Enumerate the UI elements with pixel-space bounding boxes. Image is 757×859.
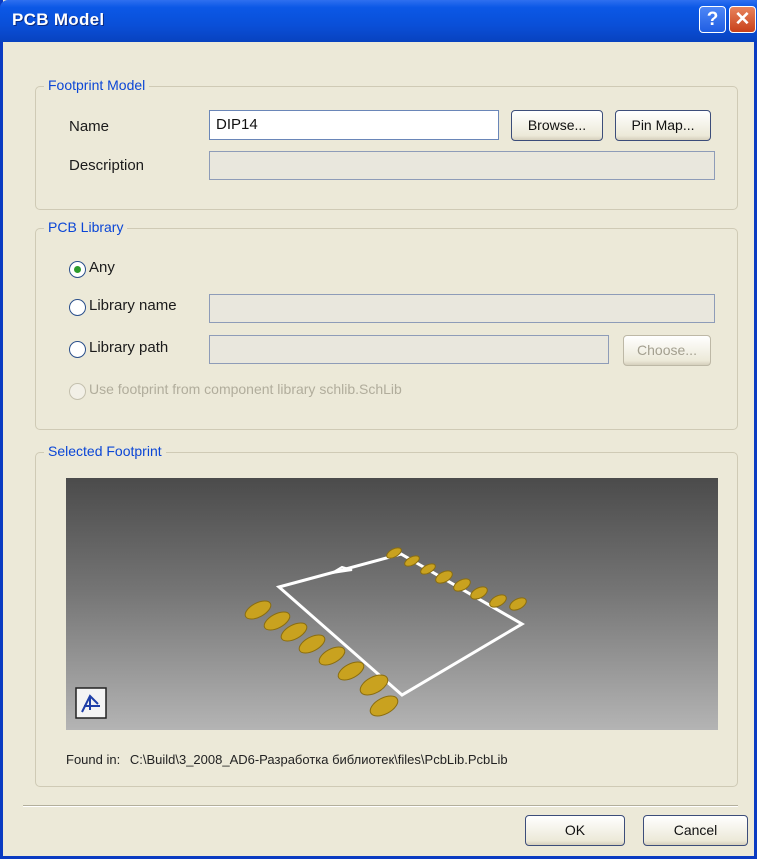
- browse-button[interactable]: Browse...: [511, 110, 603, 141]
- radio-any-label[interactable]: Any: [89, 259, 115, 276]
- pin-map-button[interactable]: Pin Map...: [615, 110, 711, 141]
- help-button[interactable]: ?: [699, 6, 726, 33]
- radio-use-component-library: [69, 383, 86, 400]
- title-bar[interactable]: PCB Model ? ✕: [0, 0, 757, 42]
- found-in-label: Found in:: [66, 752, 121, 767]
- radio-library-name-label[interactable]: Library name: [89, 297, 177, 314]
- radio-library-path[interactable]: [69, 341, 86, 358]
- choose-button: Choose...: [623, 335, 711, 366]
- pads-near-row: [244, 600, 399, 717]
- description-label: Description: [69, 157, 145, 174]
- pcb-model-dialog: PCB Model ? ✕ Footprint Model Name DIP14…: [0, 0, 757, 859]
- radio-library-name[interactable]: [69, 299, 86, 316]
- found-in-line: Found in: C:\Build\3_2008_AD6-Разработка…: [66, 752, 508, 767]
- radio-library-path-label[interactable]: Library path: [89, 339, 168, 356]
- ok-button[interactable]: OK: [525, 815, 625, 846]
- found-in-path: C:\Build\3_2008_AD6-Разработка библиотек…: [129, 752, 508, 767]
- description-input[interactable]: [209, 151, 715, 180]
- library-name-input[interactable]: [209, 294, 715, 323]
- radio-use-component-library-label: Use footprint from component library sch…: [89, 381, 402, 397]
- pcb-library-group: PCB Library: [35, 219, 738, 430]
- selected-footprint-legend: Selected Footprint: [44, 443, 166, 459]
- footer-divider: [23, 805, 738, 807]
- footprint-3d-render: [75, 547, 527, 719]
- name-input[interactable]: DIP14: [209, 110, 499, 140]
- name-label: Name: [69, 118, 110, 135]
- library-path-input[interactable]: [209, 335, 609, 364]
- footprint-model-legend: Footprint Model: [44, 77, 150, 93]
- close-button[interactable]: ✕: [729, 6, 756, 33]
- component-outline: [275, 552, 525, 697]
- footprint-model-group: Footprint Model: [35, 77, 738, 210]
- footprint-preview[interactable]: [66, 478, 718, 730]
- window-title: PCB Model: [12, 10, 105, 29]
- cancel-button[interactable]: Cancel: [643, 815, 748, 846]
- 3d-view-icon[interactable]: [75, 687, 107, 719]
- pcb-library-legend: PCB Library: [44, 219, 128, 235]
- radio-any[interactable]: [69, 261, 86, 278]
